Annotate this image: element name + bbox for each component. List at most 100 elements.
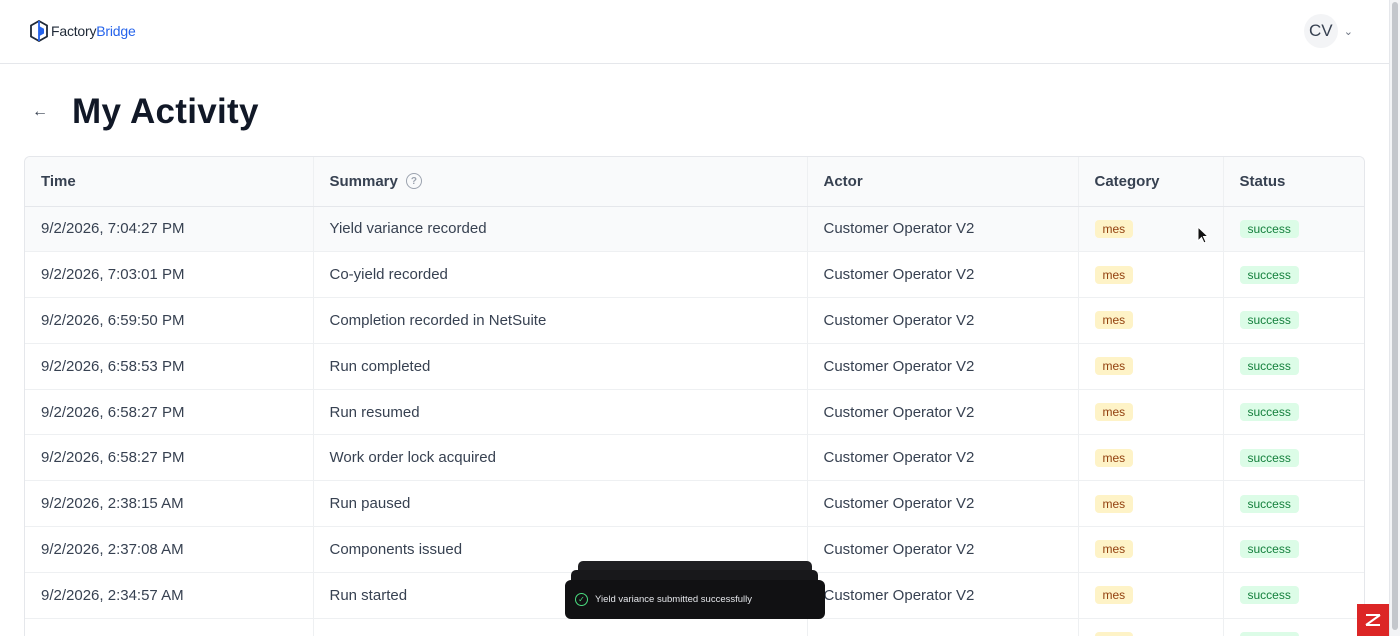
cell-status: success bbox=[1223, 480, 1364, 528]
status-badge: success bbox=[1239, 540, 1299, 559]
cell-time: 9/2/2026, 2:34:57 AM bbox=[25, 572, 314, 619]
cell-category: mes bbox=[1078, 434, 1224, 482]
factorybridge-logo-icon bbox=[30, 20, 48, 42]
cell-time: 9/2/2026, 2:38:15 AM bbox=[25, 480, 314, 528]
table-row[interactable]: 9/2/2026, 6:58:27 PM Work order lock acq… bbox=[25, 434, 1364, 482]
cell-summary: Yield variance recorded bbox=[313, 206, 808, 253]
user-avatar[interactable]: CV bbox=[1303, 14, 1338, 48]
cell-status: success bbox=[1223, 297, 1364, 344]
status-badge: success bbox=[1239, 494, 1299, 513]
cell-actor: Customer Operator V2 bbox=[807, 343, 1079, 390]
category-badge: mes bbox=[1094, 540, 1134, 559]
status-badge: success bbox=[1239, 265, 1299, 284]
cell-category: mes bbox=[1078, 251, 1224, 299]
cell-summary: Co-yield recorded bbox=[313, 251, 808, 299]
cell-status: success bbox=[1223, 389, 1364, 436]
page-title: My Activity bbox=[72, 92, 259, 131]
cell-time: 9/2/2026, 7:03:01 PM bbox=[25, 251, 314, 299]
cell-actor: Customer Operator V2 bbox=[807, 434, 1079, 482]
status-badge: success bbox=[1239, 311, 1299, 330]
cell-category: mes bbox=[1078, 572, 1224, 619]
cell-actor bbox=[807, 618, 1079, 636]
back-arrow-icon[interactable]: ← bbox=[30, 102, 50, 122]
factorybridge-logo[interactable]: FactoryBridge bbox=[30, 20, 136, 42]
category-badge: mes bbox=[1094, 448, 1134, 467]
cell-time: 9/2/2026, 2:37:08 AM bbox=[25, 526, 314, 573]
chevron-down-icon[interactable]: ⌄ bbox=[1344, 25, 1353, 38]
top-navigation-bar: FactoryBridge CV ⌄ bbox=[0, 0, 1389, 64]
app-launcher-icon bbox=[1365, 614, 1381, 626]
brand-name-part2: Bridge bbox=[96, 23, 136, 39]
cell-status: success bbox=[1223, 434, 1364, 482]
category-badge: mes bbox=[1094, 357, 1134, 376]
cell-time: 9/2/2026, 6:58:53 PM bbox=[25, 343, 314, 390]
column-header-status[interactable]: Status bbox=[1223, 157, 1364, 207]
table-row[interactable]: 9/2/2026, 7:03:01 PM Co-yield recorded C… bbox=[25, 251, 1364, 299]
brand-name-part1: Factory bbox=[51, 23, 97, 39]
table-row[interactable]: 9/2/2026, 6:59:50 PM Completion recorded… bbox=[25, 297, 1364, 344]
table-row[interactable]: 9/2/2026, 6:58:27 PM Run resumed Custome… bbox=[25, 389, 1364, 436]
brand-name: FactoryBridge bbox=[51, 23, 136, 39]
column-header-category[interactable]: Category bbox=[1078, 157, 1224, 207]
cell-summary: Work order lock acquired bbox=[313, 434, 808, 482]
page-header: ← My Activity bbox=[30, 92, 259, 132]
cell-actor: Customer Operator V2 bbox=[807, 206, 1079, 253]
table-row[interactable]: 9/2/2026, 2:38:15 AM Run paused Customer… bbox=[25, 480, 1364, 528]
toast-stack: ✓ Yield variance submitted successfully bbox=[565, 561, 825, 621]
cell-time: 9/2/2026, 7:04:27 PM bbox=[25, 206, 314, 253]
cell-category: mes bbox=[1078, 480, 1224, 528]
cell-actor: Customer Operator V2 bbox=[807, 389, 1079, 436]
scrollbar-thumb[interactable] bbox=[1392, 2, 1398, 630]
cell-status: success bbox=[1223, 618, 1364, 636]
mouse-pointer-icon bbox=[1197, 226, 1209, 244]
cell-actor: Customer Operator V2 bbox=[807, 572, 1079, 619]
status-badge: success bbox=[1239, 632, 1299, 636]
cell-summary: Run paused bbox=[313, 480, 808, 528]
column-header-actor[interactable]: Actor bbox=[807, 157, 1079, 207]
status-badge: success bbox=[1239, 586, 1299, 605]
check-circle-icon: ✓ bbox=[575, 593, 588, 606]
cell-category: mes bbox=[1078, 389, 1224, 436]
floating-action-button[interactable] bbox=[1357, 604, 1389, 636]
user-menu[interactable]: CV ⌄ bbox=[1303, 14, 1353, 48]
category-badge: mes bbox=[1094, 586, 1134, 605]
cell-category: mes bbox=[1078, 343, 1224, 390]
cell-summary: Run completed bbox=[313, 343, 808, 390]
column-header-summary[interactable]: Summary ? bbox=[313, 157, 808, 207]
cell-summary: Run resumed bbox=[313, 389, 808, 436]
cell-status: success bbox=[1223, 206, 1364, 253]
cell-status: success bbox=[1223, 343, 1364, 390]
success-toast[interactable]: ✓ Yield variance submitted successfully bbox=[565, 580, 825, 619]
status-badge: success bbox=[1239, 448, 1299, 467]
cell-actor: Customer Operator V2 bbox=[807, 480, 1079, 528]
cell-category: mes bbox=[1078, 297, 1224, 344]
cell-actor: Customer Operator V2 bbox=[807, 251, 1079, 299]
status-badge: success bbox=[1239, 357, 1299, 376]
category-badge: mes bbox=[1094, 219, 1134, 238]
column-header-time[interactable]: Time bbox=[25, 157, 314, 207]
category-badge: mes bbox=[1094, 311, 1134, 330]
cell-actor: Customer Operator V2 bbox=[807, 297, 1079, 344]
column-header-summary-label: Summary bbox=[329, 172, 398, 190]
category-badge: mes bbox=[1094, 632, 1134, 636]
category-badge: mes bbox=[1094, 403, 1134, 422]
help-circle-icon[interactable]: ? bbox=[405, 173, 422, 190]
page-scrollbar[interactable] bbox=[1389, 0, 1400, 636]
cell-summary: Completion recorded in NetSuite bbox=[313, 297, 808, 344]
cell-time: 9/2/2026, 6:59:50 PM bbox=[25, 297, 314, 344]
table-row[interactable]: 9/2/2026, 6:58:53 PM Run completed Custo… bbox=[25, 343, 1364, 390]
cell-category: mes bbox=[1078, 618, 1224, 636]
status-badge: success bbox=[1239, 403, 1299, 422]
toast-message: Yield variance submitted successfully bbox=[595, 594, 752, 605]
cell-status: success bbox=[1223, 526, 1364, 573]
category-badge: mes bbox=[1094, 494, 1134, 513]
cell-time bbox=[25, 618, 314, 636]
status-badge: success bbox=[1239, 219, 1299, 238]
table-row[interactable]: 9/2/2026, 7:04:27 PM Yield variance reco… bbox=[25, 206, 1364, 253]
cell-time: 9/2/2026, 6:58:27 PM bbox=[25, 389, 314, 436]
cell-actor: Customer Operator V2 bbox=[807, 526, 1079, 573]
cell-time: 9/2/2026, 6:58:27 PM bbox=[25, 434, 314, 482]
cell-status: success bbox=[1223, 251, 1364, 299]
category-badge: mes bbox=[1094, 265, 1134, 284]
cell-status: success bbox=[1223, 572, 1364, 619]
